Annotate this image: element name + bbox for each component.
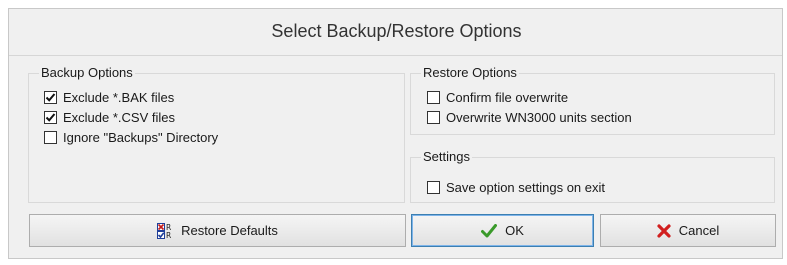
checkbox-box[interactable]: [427, 90, 440, 104]
exclude-bak-label: Exclude *.BAK files: [63, 89, 175, 105]
checkbox-box[interactable]: [427, 110, 440, 124]
ignore-backups-dir-checkbox[interactable]: Ignore "Backups" Directory: [44, 128, 218, 146]
backup-options-group: Backup Options Exclude *.BAK files Exclu…: [28, 65, 405, 203]
checkbox-box[interactable]: [44, 90, 57, 104]
confirm-overwrite-label: Confirm file overwrite: [446, 89, 569, 105]
backup-restore-dialog: Select Backup/Restore Options Backup Opt…: [8, 8, 783, 259]
save-settings-label: Save option settings on exit: [446, 179, 605, 195]
ok-button[interactable]: OK: [411, 214, 594, 247]
title-divider: [9, 55, 782, 56]
checkbox-box[interactable]: [427, 180, 440, 194]
red-x-icon: [657, 223, 671, 238]
exclude-csv-checkbox[interactable]: Exclude *.CSV files: [44, 108, 175, 126]
checkmark-icon: [45, 92, 56, 102]
checkbox-box[interactable]: [44, 110, 57, 124]
exclude-csv-label: Exclude *.CSV files: [63, 109, 175, 125]
settings-label: Settings: [421, 149, 472, 165]
checkmark-icon: [45, 112, 56, 122]
green-checkmark-icon: [481, 223, 498, 238]
ok-label: OK: [505, 223, 524, 238]
restore-options-group: Restore Options Confirm file overwrite O…: [410, 65, 775, 135]
confirm-overwrite-checkbox[interactable]: Confirm file overwrite: [427, 88, 568, 106]
backup-options-label: Backup Options: [39, 65, 135, 81]
overwrite-units-label: Overwrite WN3000 units section: [446, 109, 632, 125]
ignore-backups-dir-label: Ignore "Backups" Directory: [63, 129, 219, 145]
svg-text:R: R: [166, 231, 171, 239]
cancel-button[interactable]: Cancel: [600, 214, 776, 247]
overwrite-units-checkbox[interactable]: Overwrite WN3000 units section: [427, 108, 632, 126]
restore-defaults-label: Restore Defaults: [181, 223, 278, 238]
save-settings-checkbox[interactable]: Save option settings on exit: [427, 178, 605, 196]
restore-defaults-button[interactable]: R R Restore Defaults: [29, 214, 406, 247]
exclude-bak-checkbox[interactable]: Exclude *.BAK files: [44, 88, 174, 106]
checklist-icon: R R: [157, 222, 173, 239]
settings-group: Settings Save option settings on exit: [410, 149, 775, 203]
dialog-title: Select Backup/Restore Options: [271, 21, 522, 41]
checkbox-box[interactable]: [44, 130, 57, 144]
cancel-label: Cancel: [678, 223, 720, 238]
restore-options-label: Restore Options: [421, 65, 519, 81]
